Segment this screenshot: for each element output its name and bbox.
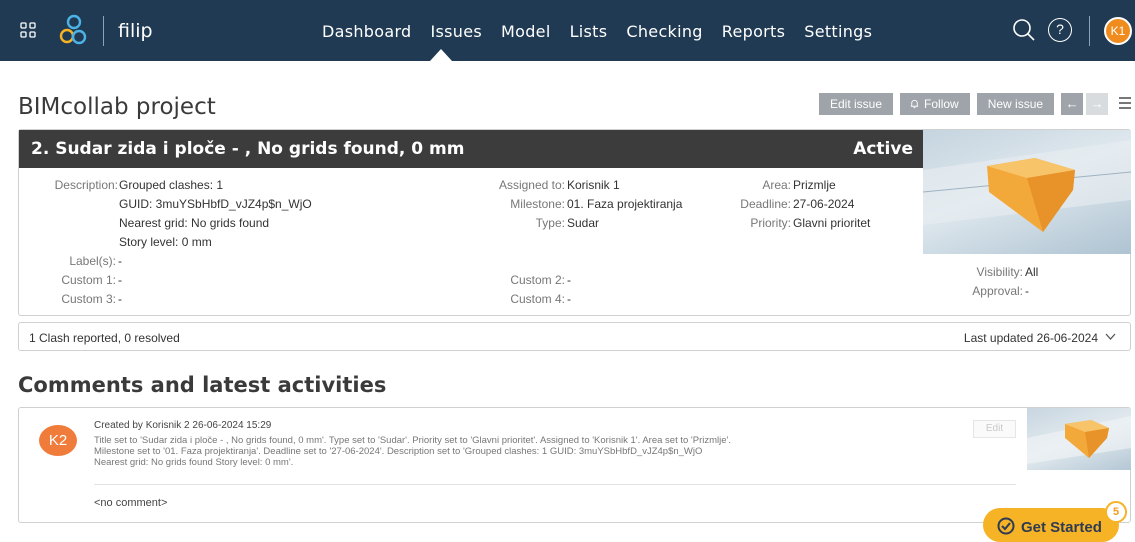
model-3d-preview [1027, 416, 1131, 464]
chevron-down-icon[interactable] [1105, 331, 1116, 342]
search-icon[interactable] [1012, 18, 1036, 42]
nav-dashboard[interactable]: Dashboard [322, 22, 412, 41]
description-line: Story level: 0 mm [119, 235, 212, 249]
clash-count: 1 Clash reported, 0 resolved [29, 331, 180, 345]
apps-grid-icon[interactable] [20, 22, 36, 38]
active-nav-indicator [430, 49, 452, 61]
avatar: K2 [39, 425, 77, 456]
check-circle-icon [997, 517, 1015, 535]
issue-title: 2. Sudar zida i ploče - , No grids found… [31, 139, 465, 159]
follow-button[interactable]: Follow [900, 93, 970, 115]
nav-lists[interactable]: Lists [570, 22, 608, 41]
arrow-left-icon[interactable]: ← [1061, 93, 1084, 115]
custom1-label: Custom 1: [61, 273, 116, 287]
nav-model[interactable]: Model [501, 22, 551, 41]
edit-issue-button[interactable]: Edit issue [819, 93, 894, 115]
hamburger-icon[interactable] [1119, 96, 1132, 112]
description-label: Description: [54, 178, 118, 192]
assigned-to-label: Assigned to: [498, 178, 565, 192]
milestone-label: Milestone: [510, 197, 565, 211]
model-3d-preview [923, 140, 1131, 232]
divider [94, 484, 1016, 485]
user-avatar[interactable]: K1 [1104, 17, 1132, 45]
comments-heading: Comments and latest activities [18, 373, 387, 397]
visibility-label: Visibility: [976, 265, 1023, 279]
type-label: Type: [535, 216, 565, 230]
comment-meta: Created by Korisnik 2 26-06-2024 15:29 [94, 420, 272, 431]
new-issue-button[interactable]: New issue [976, 93, 1055, 115]
deadline-label: Deadline: [740, 197, 791, 211]
custom3-value: - [118, 292, 122, 306]
notification-badge: 5 [1105, 501, 1127, 523]
custom1-value: - [118, 273, 122, 287]
milestone-value: 01. Faza projektiranja [567, 197, 683, 211]
nav-settings[interactable]: Settings [804, 22, 872, 41]
last-updated: Last updated 26-06-2024 [963, 331, 1098, 345]
description-line: Nearest grid: No grids found [119, 216, 270, 230]
comment-item: K2 Created by Korisnik 2 26-06-2024 15:2… [18, 407, 1131, 523]
area-value: Prizmlje [793, 178, 836, 192]
description-line: GUID: 3muYSbHbfD_vJZ4p$n_WjO [119, 197, 312, 211]
bimcollab-logo-icon[interactable] [58, 14, 88, 46]
help-icon[interactable]: ? [1048, 18, 1072, 42]
follow-label: Follow [924, 97, 959, 111]
issue-snapshot-image[interactable] [923, 130, 1131, 254]
approval-label: Approval: [972, 284, 1023, 298]
issue-header: 2. Sudar zida i ploče - , No grids found… [19, 130, 923, 168]
approval-value: - [1025, 284, 1029, 298]
issue-actions: Edit issue Follow New issue ← → [819, 93, 1132, 115]
area-label: Area: [762, 178, 791, 192]
custom3-label: Custom 3: [61, 292, 116, 306]
clash-summary-bar[interactable]: 1 Clash reported, 0 resolved Last update… [18, 322, 1131, 351]
custom2-value: - [567, 273, 571, 287]
labels-value: - [118, 254, 122, 268]
nav-issues[interactable]: Issues [431, 22, 483, 41]
priority-label: Priority: [750, 216, 791, 230]
edit-comment-button[interactable]: Edit [973, 420, 1016, 438]
custom4-label: Custom 4: [510, 292, 565, 306]
issue-status: Active [853, 139, 913, 159]
comment-activity-text: Title set to 'Sudar zida i ploče - , No … [94, 435, 731, 468]
custom2-label: Custom 2: [510, 273, 565, 287]
issue-card: 2. Sudar zida i ploče - , No grids found… [18, 129, 1131, 316]
divider [103, 16, 104, 46]
assigned-to-value: Korisnik 1 [567, 178, 620, 192]
main-nav: Dashboard Issues Model Lists Checking Re… [322, 22, 891, 41]
nav-checking[interactable]: Checking [626, 22, 702, 41]
get-started-label: Get Started [1021, 519, 1102, 536]
type-value: Sudar [567, 216, 600, 230]
bell-icon [910, 99, 919, 109]
nav-reports[interactable]: Reports [722, 22, 785, 41]
custom4-value: - [567, 292, 571, 306]
comment-body: <no comment> [94, 497, 168, 509]
visibility-value: All [1025, 265, 1039, 279]
get-started-button[interactable]: Get Started [983, 508, 1119, 542]
description-line: Grouped clashes: 1 [119, 178, 224, 192]
divider [1089, 16, 1090, 46]
arrow-right-icon[interactable]: → [1086, 93, 1109, 115]
deadline-value: 27-06-2024 [793, 197, 855, 211]
top-navigation-bar: filip Dashboard Issues Model Lists Check… [0, 0, 1135, 61]
comment-snapshot-image[interactable] [1027, 408, 1131, 470]
page-title: BIMcollab project [18, 94, 216, 120]
project-name[interactable]: filip [118, 20, 153, 42]
labels-label: Label(s): [69, 254, 116, 268]
priority-value: Glavni prioritet [793, 216, 871, 230]
